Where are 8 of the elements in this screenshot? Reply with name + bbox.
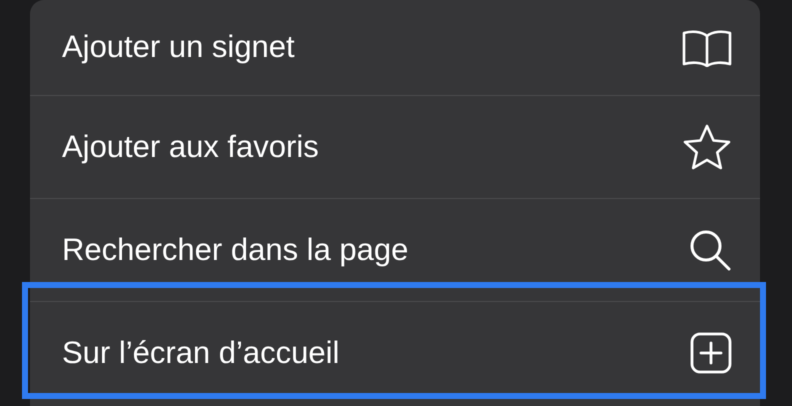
menu-item-label[interactable]: Ajouter un signet bbox=[62, 24, 295, 71]
add-square-icon bbox=[690, 332, 732, 374]
star-icon bbox=[682, 124, 732, 170]
menu-item-label[interactable]: Sur l’écran d’accueil bbox=[62, 330, 340, 376]
book-icon bbox=[682, 28, 732, 66]
menu-item-label[interactable]: Ajouter aux favoris bbox=[62, 124, 319, 170]
search-icon bbox=[688, 228, 732, 272]
menu-item-label[interactable]: Rechercher dans la page bbox=[62, 226, 408, 274]
